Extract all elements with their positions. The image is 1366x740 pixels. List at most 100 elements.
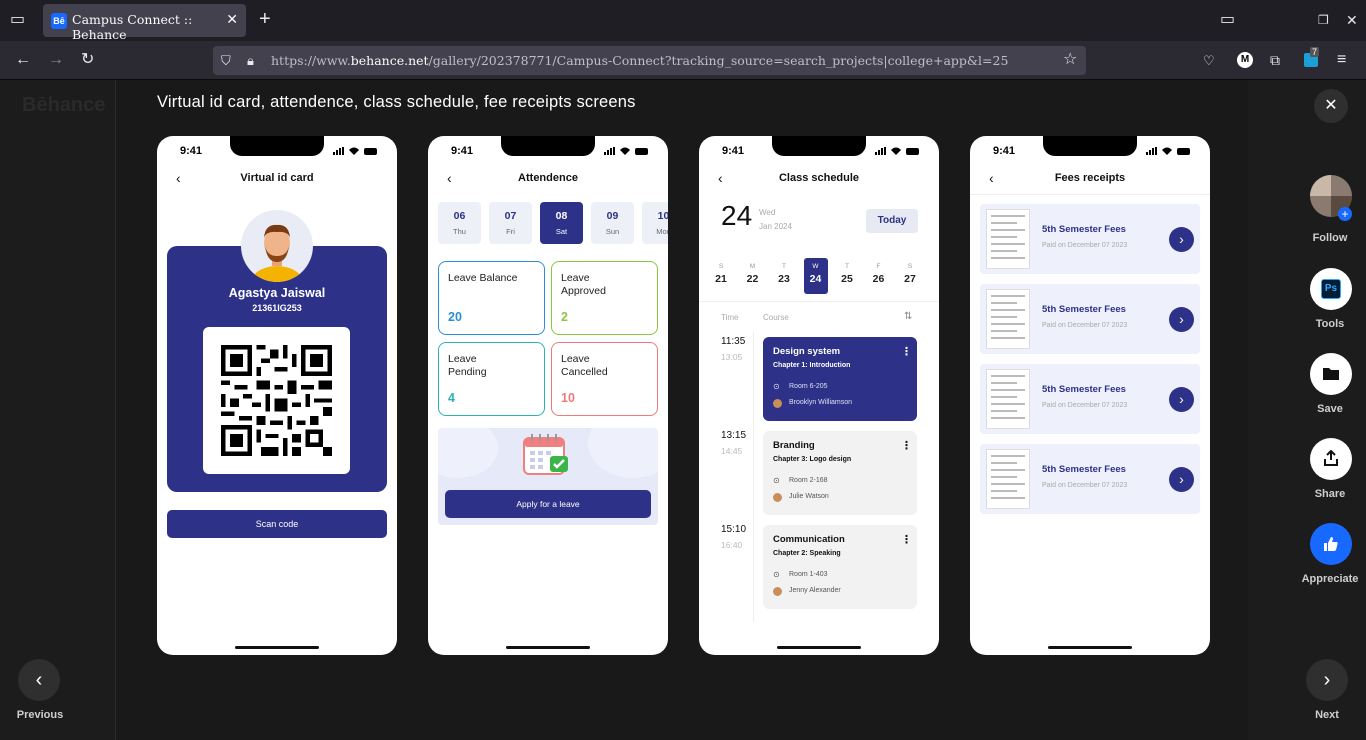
leave-card[interactable]: Leave Approved 2	[551, 261, 658, 335]
lock-icon[interactable]: 🔒︎	[247, 53, 254, 69]
date-chip[interactable]: 09 Sun	[591, 202, 634, 244]
phone-notch	[1043, 136, 1137, 156]
previous-chevron-icon[interactable]: ‹	[18, 659, 60, 701]
date-chip-day: Sun	[605, 227, 620, 236]
appreciate-button[interactable]	[1310, 523, 1352, 565]
tools-button[interactable]: Ps	[1310, 268, 1352, 310]
week-day-number: 26	[872, 273, 885, 285]
account-icon[interactable]: M	[1237, 52, 1253, 68]
scan-code-button[interactable]: Scan code	[167, 510, 387, 538]
week-day[interactable]: S 21	[709, 258, 733, 294]
receipt-line	[991, 462, 1017, 464]
close-tab-icon[interactable]: ✕	[226, 11, 238, 28]
receipt-line	[991, 455, 1025, 457]
week-day[interactable]: F 26	[867, 258, 891, 294]
receipt-line	[991, 316, 1017, 318]
sidebar-toggle-icon[interactable]: ▭	[1220, 12, 1235, 28]
receipt-line	[991, 330, 1017, 332]
receipt-card[interactable]: 5th Semester Fees Paid on December 07 202…	[980, 364, 1200, 434]
left-rail	[0, 80, 116, 740]
class-chapter: Chapter 3: Logo design	[773, 456, 852, 463]
week-day-letter: T	[782, 263, 786, 270]
status-time: 9:41	[993, 145, 1016, 157]
share-label[interactable]: Share	[1290, 488, 1366, 500]
class-teacher: Julie Watson	[789, 493, 829, 500]
follow-plus-icon[interactable]: +	[1338, 207, 1352, 221]
teacher-avatar-icon	[773, 587, 782, 596]
leave-card[interactable]: Leave Pending 4	[438, 342, 545, 416]
more-options-icon[interactable]: ⋮	[901, 439, 912, 452]
follow-label[interactable]: Follow	[1290, 232, 1366, 244]
class-card[interactable]: Communication Chapter 2: Speaking ⋮ ⊙ Room 1…	[763, 525, 917, 609]
chevron-right-icon[interactable]: ›	[1169, 387, 1194, 412]
more-options-icon[interactable]: ⋮	[901, 345, 912, 358]
screen-title: Attendence	[518, 172, 578, 184]
receipt-title: 5th Semester Fees	[1042, 384, 1126, 395]
date-chip[interactable]: 08 Sat	[540, 202, 583, 244]
receipt-date: Paid on December 07 2023	[1042, 402, 1128, 409]
date-chip-day: Sat	[555, 227, 568, 236]
chevron-right-icon[interactable]: ›	[1169, 227, 1194, 252]
week-day[interactable]: S 27	[898, 258, 922, 294]
extensions-icon[interactable]: ⧉	[1270, 52, 1280, 68]
receipt-card[interactable]: 5th Semester Fees Paid on December 07 202…	[980, 284, 1200, 354]
chevron-right-icon[interactable]: ›	[1169, 307, 1194, 332]
forward-icon[interactable]: →	[48, 52, 64, 68]
class-teacher: Jenny Alexander	[789, 587, 841, 594]
pocket-icon[interactable]: ♡	[1203, 53, 1215, 69]
next-chevron-icon[interactable]: ›	[1306, 659, 1348, 701]
menu-icon[interactable]: ≡	[1337, 52, 1346, 68]
next-label[interactable]: Next	[1287, 709, 1366, 721]
share-button[interactable]	[1310, 438, 1352, 480]
date-chip[interactable]: 07 Fri	[489, 202, 532, 244]
date-chip[interactable]: 06 Thu	[438, 202, 481, 244]
week-day[interactable]: T 25	[835, 258, 859, 294]
leave-card-value: 4	[448, 391, 455, 405]
leave-card[interactable]: Leave Balance 20	[438, 261, 545, 335]
week-day[interactable]: T 23	[772, 258, 796, 294]
back-icon[interactable]: ←	[15, 52, 31, 68]
chevron-right-icon[interactable]: ›	[1169, 467, 1194, 492]
receipt-card[interactable]: 5th Semester Fees Paid on December 07 202…	[980, 204, 1200, 274]
week-strip: S 21 M 22 T 23 W 24 T 25 F 26 S 27	[709, 258, 929, 294]
receipt-line	[991, 389, 1025, 391]
previous-label[interactable]: Previous	[0, 709, 80, 721]
receipt-line	[991, 497, 1025, 499]
reload-icon[interactable]: ↻	[81, 52, 94, 68]
close-viewer-icon[interactable]: ✕	[1314, 89, 1348, 123]
appreciate-label[interactable]: Appreciate	[1290, 573, 1366, 585]
leave-card-value: 2	[561, 310, 568, 324]
week-day[interactable]: W 24	[803, 258, 828, 294]
tools-label[interactable]: Tools	[1290, 318, 1366, 330]
leave-card[interactable]: Leave Cancelled 10	[551, 342, 658, 416]
date-chip[interactable]: 10 Mon	[642, 202, 668, 244]
date-chip-day: Fri	[506, 227, 515, 236]
week-day[interactable]: M 22	[741, 258, 765, 294]
close-window-icon[interactable]: ✕	[1346, 12, 1358, 28]
receipt-date: Paid on December 07 2023	[1042, 242, 1128, 249]
save-button[interactable]	[1310, 353, 1352, 395]
more-options-icon[interactable]: ⋮	[901, 533, 912, 546]
restore-window-icon[interactable]: ❐	[1318, 12, 1329, 28]
leave-card-label: Leave Cancelled	[561, 353, 608, 378]
class-card[interactable]: Branding Chapter 3: Logo design ⋮ ⊙ Room 2-1…	[763, 431, 917, 515]
bookmark-star-icon[interactable]: ☆	[1063, 52, 1077, 68]
browser-tab[interactable]: Bē Campus Connect :: Behance ✕	[43, 4, 246, 42]
class-card[interactable]: Design system Chapter 1: Introduction ⋮ ⊙ Ro…	[763, 337, 917, 421]
week-day-letter: M	[749, 263, 756, 270]
screen-title: Class schedule	[778, 172, 860, 184]
calendar-check-icon	[523, 434, 568, 475]
phone-notch	[501, 136, 595, 156]
url-text[interactable]: https://www.behance.net/gallery/20237877…	[271, 53, 1008, 68]
class-chapter: Chapter 2: Speaking	[773, 550, 841, 557]
qr-card	[203, 327, 350, 474]
apply-leave-button[interactable]: Apply for a leave	[445, 490, 651, 518]
receipt-card[interactable]: 5th Semester Fees Paid on December 07 202…	[980, 444, 1200, 514]
new-tab-icon[interactable]: +	[259, 9, 271, 29]
folder-icon	[1323, 368, 1339, 380]
sort-icon[interactable]: ⇅	[904, 311, 912, 322]
save-label[interactable]: Save	[1290, 403, 1366, 415]
shield-icon[interactable]: ⛉	[221, 53, 231, 69]
tab-list-icon[interactable]: ▭	[10, 12, 25, 28]
today-button[interactable]: Today	[866, 209, 918, 233]
